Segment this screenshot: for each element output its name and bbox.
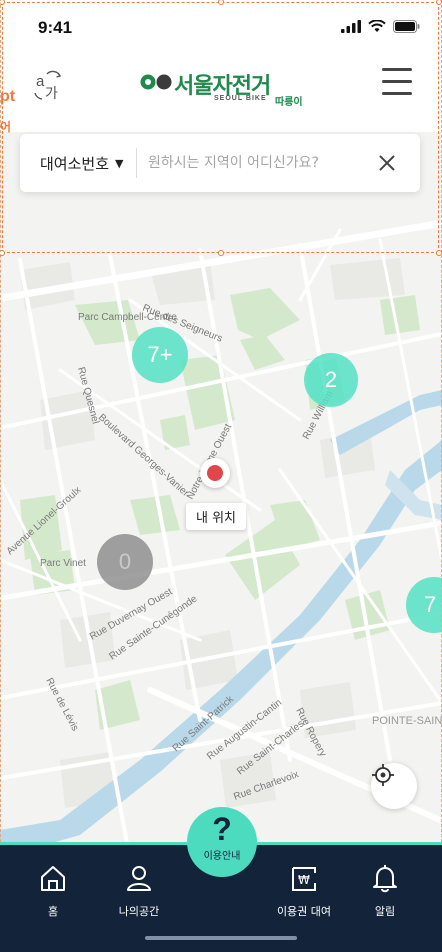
clear-search-button[interactable] [376, 152, 398, 174]
language-toggle-button[interactable]: a 가 [30, 66, 70, 106]
app-logo: 서울자전거 SEOUL BIKE 따릉이 [140, 70, 310, 110]
svg-text:₩: ₩ [298, 873, 310, 887]
station-cluster-marker-empty[interactable]: 0 [97, 534, 153, 590]
home-icon [41, 866, 65, 891]
language-toggle-icon: a 가 [34, 70, 62, 102]
selection-tag: pt [0, 88, 16, 105]
nav-item-notifications[interactable]: 알림 [345, 863, 425, 919]
search-divider [136, 148, 137, 178]
question-mark-icon: ? [212, 811, 232, 847]
city-blocks [20, 258, 405, 808]
status-icons [341, 20, 420, 33]
nav-item-label: 나의공간 [118, 905, 160, 918]
nav-item-ticket-rental[interactable]: ₩ 이용권 대여 [264, 863, 344, 919]
station-number-dropdown-label: 대여소번호 [40, 155, 110, 173]
logo-mark-icon [140, 74, 172, 90]
home-indicator [145, 936, 297, 940]
hamburger-menu-icon[interactable] [382, 68, 412, 102]
help-guide-label: 이용안내 [203, 851, 241, 862]
battery-icon [393, 20, 420, 33]
caret-down-icon: ▼ [115, 157, 124, 170]
my-location-label: 내 위치 [186, 503, 247, 530]
nav-item-label: 이용권 대여 [276, 905, 332, 918]
wifi-icon [368, 20, 386, 32]
user-icon [127, 866, 151, 891]
logo-subtitle-korean: 따릉이 [275, 97, 303, 108]
search-input[interactable] [148, 148, 368, 178]
search-bar: 대여소번호 ▼ [20, 134, 420, 192]
svg-text:가: 가 [45, 86, 58, 102]
logo-subtitle: SEOUL BIKE [214, 95, 267, 102]
station-number-dropdown[interactable]: 대여소번호 ▼ [40, 153, 123, 174]
bell-icon [373, 865, 397, 893]
my-location-pin-icon [200, 458, 230, 488]
status-bar: 9:41 [0, 0, 442, 56]
svg-text:a: a [36, 73, 45, 90]
help-guide-button[interactable]: ? 이용안내 [187, 807, 257, 877]
app-header: a 가 서울자전거 SEOUL BIKE 따릉이 [0, 56, 442, 126]
nav-item-home[interactable]: 홈 [13, 863, 93, 919]
selection-tag: 어 [0, 120, 12, 134]
ticket-won-icon: ₩ [292, 867, 316, 891]
nav-item-my-space[interactable]: 나의공간 [99, 863, 179, 919]
nav-item-label: 홈 [47, 905, 59, 918]
crosshair-icon [372, 764, 394, 786]
cellular-signal-icon [341, 20, 361, 33]
station-cluster-marker[interactable]: 7+ [132, 327, 188, 383]
station-cluster-marker[interactable]: 2 [304, 353, 358, 407]
locate-me-button[interactable] [371, 763, 417, 809]
status-time: 9:41 [38, 18, 73, 37]
nav-item-label: 알림 [374, 905, 396, 918]
close-icon [379, 155, 395, 171]
